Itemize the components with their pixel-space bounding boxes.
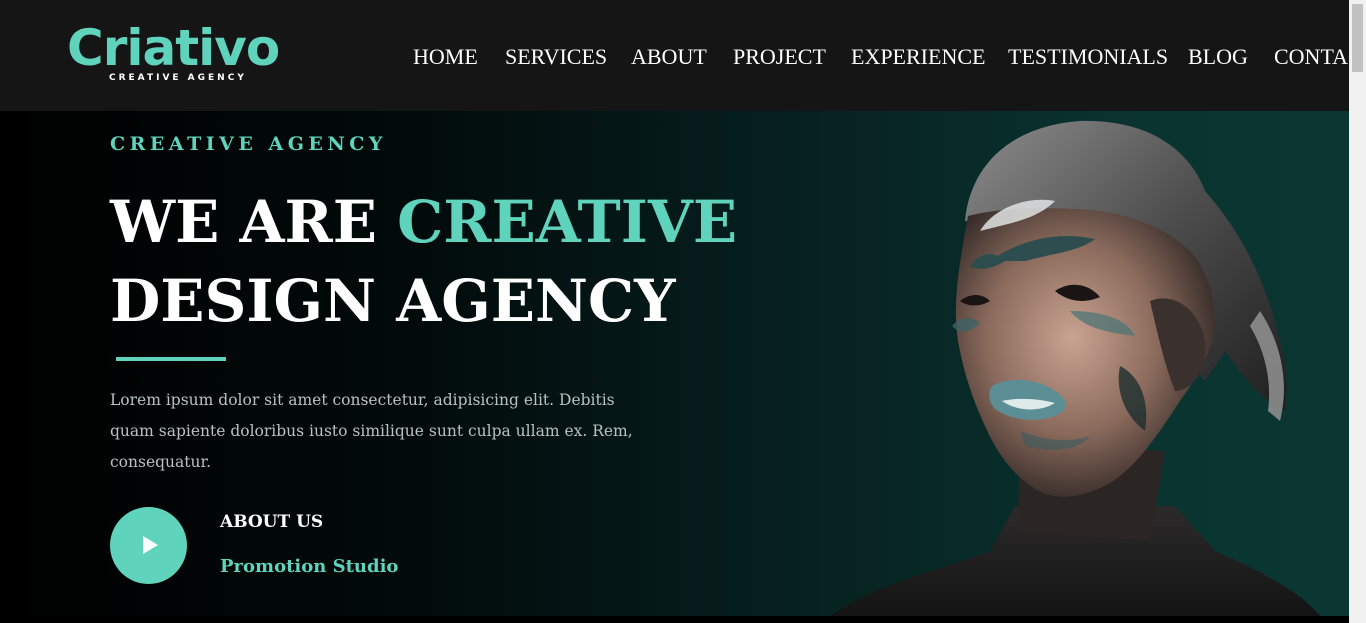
play-icon: [143, 536, 158, 554]
portrait-image: [830, 120, 1320, 616]
logo[interactable]: Criativo CREATIVE AGENCY: [67, 20, 297, 90]
headline-part-1: WE ARE: [110, 188, 398, 256]
logo-tagline: CREATIVE AGENCY: [109, 73, 247, 83]
about-us-link[interactable]: ABOUT US: [220, 512, 323, 532]
nav-about[interactable]: ABOUT: [631, 42, 707, 72]
page-scrollbar[interactable]: [1349, 0, 1366, 623]
hero-eyebrow: CREATIVE AGENCY: [110, 133, 387, 155]
logo-wordmark: Criativo: [67, 19, 280, 77]
nav-project[interactable]: PROJECT: [733, 42, 826, 72]
nav-testimonials[interactable]: TESTIMONIALS: [1008, 42, 1168, 72]
nav-home[interactable]: HOME: [413, 42, 478, 72]
nav-services[interactable]: SERVICES: [505, 42, 607, 72]
main-nav: HOME SERVICES ABOUT PROJECT EXPERIENCE T…: [413, 42, 1349, 74]
hero-section: CREATIVE AGENCY WE ARE CREATIVE DESIGN A…: [0, 111, 1349, 616]
scrollbar-thumb[interactable]: [1352, 4, 1363, 72]
promotion-studio-label: Promotion Studio: [220, 556, 399, 577]
site-header: Criativo CREATIVE AGENCY HOME SERVICES A…: [0, 0, 1349, 111]
hero-headline: WE ARE CREATIVE DESIGN AGENCY: [110, 183, 737, 341]
headline-divider: [116, 357, 226, 361]
headline-accent: CREATIVE: [397, 188, 738, 256]
play-video-button[interactable]: [110, 507, 187, 584]
page: Criativo CREATIVE AGENCY HOME SERVICES A…: [0, 0, 1366, 623]
nav-blog[interactable]: BLOG: [1188, 42, 1248, 72]
hero-lead-text: Lorem ipsum dolor sit amet consectetur, …: [110, 391, 633, 471]
headline-line-2: DESIGN AGENCY: [110, 267, 676, 335]
nav-contact[interactable]: CONTACT: [1274, 42, 1349, 72]
bottom-strip: [0, 616, 1349, 623]
nav-experience[interactable]: EXPERIENCE: [851, 42, 985, 72]
